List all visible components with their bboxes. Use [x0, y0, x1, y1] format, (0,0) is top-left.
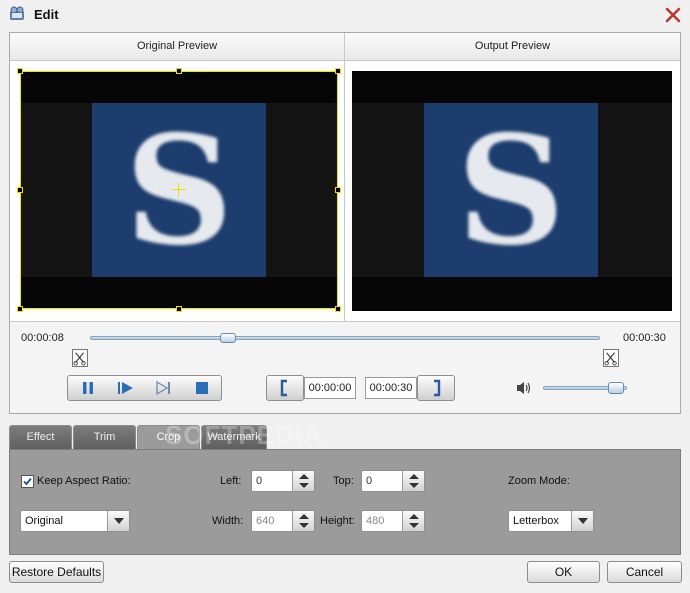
- crop-handle-right[interactable]: [335, 187, 341, 193]
- trim-start-scissor-icon[interactable]: [72, 349, 88, 367]
- pause-button[interactable]: [70, 376, 106, 400]
- crop-handle-bottom-right[interactable]: [335, 306, 341, 312]
- volume-icon[interactable]: [515, 380, 533, 396]
- end-bracket-icon: [434, 379, 441, 397]
- checkmark-icon: [23, 477, 32, 486]
- timeline-thumb[interactable]: [219, 333, 236, 343]
- play-icon: [118, 382, 133, 394]
- crop-center-crosshair: [172, 189, 186, 190]
- output-video: S: [352, 71, 672, 311]
- crop-frame[interactable]: [20, 71, 338, 309]
- trim-end-scissor-icon[interactable]: [603, 349, 619, 367]
- stop-icon: [196, 382, 208, 394]
- crop-handle-top-left[interactable]: [17, 68, 23, 74]
- zoom-mode-label: Zoom Mode:: [508, 475, 570, 487]
- top-label: Top:: [333, 475, 354, 487]
- total-time: 00:00:30: [623, 332, 666, 344]
- width-value: 640: [256, 515, 275, 527]
- left-label: Left:: [220, 475, 242, 487]
- close-icon[interactable]: [664, 6, 682, 24]
- left-value: 0: [256, 475, 263, 487]
- start-bracket-icon: [280, 379, 287, 397]
- crop-handle-bottom[interactable]: [176, 306, 182, 312]
- timeline-slider[interactable]: [90, 336, 600, 340]
- play-button[interactable]: [108, 376, 144, 400]
- spin-arrows-icon: [409, 514, 419, 528]
- width-label: Width:: [212, 515, 244, 527]
- tab-trim[interactable]: Trim: [73, 425, 136, 449]
- cancel-button[interactable]: Cancel: [607, 561, 682, 583]
- set-end-button[interactable]: [417, 375, 455, 401]
- preview-divider: [10, 321, 680, 322]
- top-value: 0: [366, 475, 373, 487]
- pause-icon: [83, 382, 93, 394]
- chevron-down-icon: [577, 518, 588, 524]
- app-icon: [10, 6, 24, 20]
- height-value: 480: [366, 515, 385, 527]
- crop-handle-left[interactable]: [17, 187, 23, 193]
- crop-settings-panel: [9, 449, 681, 555]
- output-video-letter: S: [456, 103, 566, 279]
- width-stepper[interactable]: 640: [251, 510, 315, 532]
- current-time: 00:00:08: [21, 332, 64, 344]
- height-label: Height:: [320, 515, 355, 527]
- spin-arrows-icon: [409, 474, 419, 488]
- original-preview-header: Original Preview: [10, 33, 345, 61]
- zoom-mode-value: Letterbox: [513, 515, 559, 527]
- ok-button[interactable]: OK: [527, 561, 600, 583]
- chevron-down-icon: [113, 518, 124, 524]
- original-preview-pane: S: [10, 61, 345, 321]
- keep-aspect-checkbox[interactable]: [21, 475, 34, 488]
- volume-thumb[interactable]: [607, 382, 624, 394]
- spin-arrows-icon: [299, 474, 309, 488]
- keep-aspect-label: Keep Aspect Ratio:: [37, 475, 131, 487]
- crop-handle-top[interactable]: [176, 68, 182, 74]
- playback-controls: [67, 375, 222, 401]
- top-stepper[interactable]: 0: [361, 470, 425, 492]
- aspect-ratio-select[interactable]: Original: [20, 510, 130, 532]
- preview-panel: Original Preview Output Preview S S: [9, 32, 681, 414]
- clip-start-time[interactable]: 00:00:00: [304, 377, 356, 399]
- crop-handle-top-right[interactable]: [335, 68, 341, 74]
- set-start-button[interactable]: [266, 375, 304, 401]
- crop-handle-bottom-left[interactable]: [17, 306, 23, 312]
- next-frame-button[interactable]: [146, 376, 182, 400]
- output-preview-header: Output Preview: [345, 33, 680, 61]
- window-title: Edit: [34, 7, 59, 22]
- spin-arrows-icon: [299, 514, 309, 528]
- restore-defaults-button[interactable]: Restore Defaults: [9, 561, 104, 583]
- title-bar: Edit: [0, 0, 690, 30]
- height-stepper[interactable]: 480: [361, 510, 425, 532]
- left-stepper[interactable]: 0: [251, 470, 315, 492]
- aspect-ratio-value: Original: [25, 515, 63, 527]
- tab-effect[interactable]: Effect: [9, 425, 72, 449]
- next-frame-icon: [156, 380, 170, 396]
- stop-button[interactable]: [184, 376, 220, 400]
- crop-center-crosshair-v: [178, 183, 179, 197]
- softpedia-watermark: SOFTPEDIA: [165, 420, 323, 450]
- zoom-mode-select[interactable]: Letterbox: [508, 510, 594, 532]
- clip-end-time[interactable]: 00:00:30: [365, 377, 417, 399]
- output-preview-pane: S: [345, 61, 680, 321]
